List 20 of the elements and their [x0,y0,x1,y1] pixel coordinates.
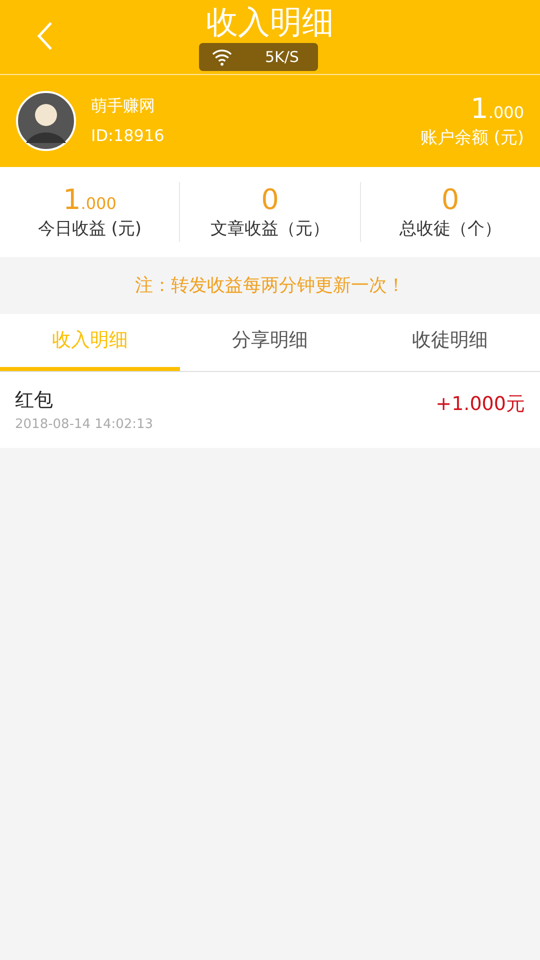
speed-text: 5K/S [265,46,299,68]
wifi-icon [211,48,233,66]
record-amount: +1.000元 [436,392,525,417]
tab[interactable]: 收徒明细 [360,314,540,371]
tab[interactable]: 分享明细 [180,314,360,371]
avatar [16,91,76,151]
stat-value: 1.000 [62,182,116,217]
stat-value: 0 [261,182,279,217]
record-time: 2018-08-14 14:02:13 [15,416,154,434]
stat-label: 文章收益（元） [210,218,330,241]
stat-label: 总收徒（个） [399,218,502,241]
stat-label: 今日收益 (元) [38,218,142,241]
record-title: 红包 [15,388,54,413]
user-name: 萌手赚网 [91,95,156,117]
notice-text: 注：转发收益每两分钟更新一次！ [135,274,405,298]
window-title: 收入明细 [206,6,334,38]
balance-value: 1.000 [470,90,524,126]
stat-value: 0 [441,182,460,217]
balance-label: 账户余额 (元) [420,126,524,150]
user-id: ID:18916 [91,125,164,147]
